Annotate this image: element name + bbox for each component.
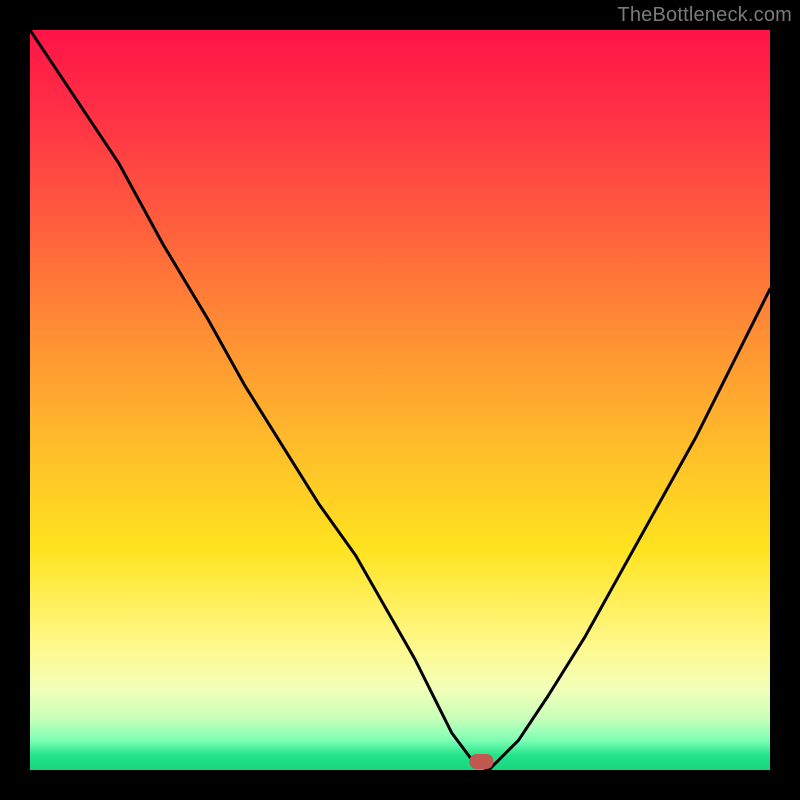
bottleneck-curve bbox=[30, 30, 770, 770]
chart-frame: TheBottleneck.com bbox=[0, 0, 800, 800]
plot-svg bbox=[30, 30, 770, 770]
optimal-point-marker bbox=[469, 754, 493, 769]
watermark-text: TheBottleneck.com bbox=[617, 4, 792, 27]
plot-area bbox=[30, 30, 770, 770]
